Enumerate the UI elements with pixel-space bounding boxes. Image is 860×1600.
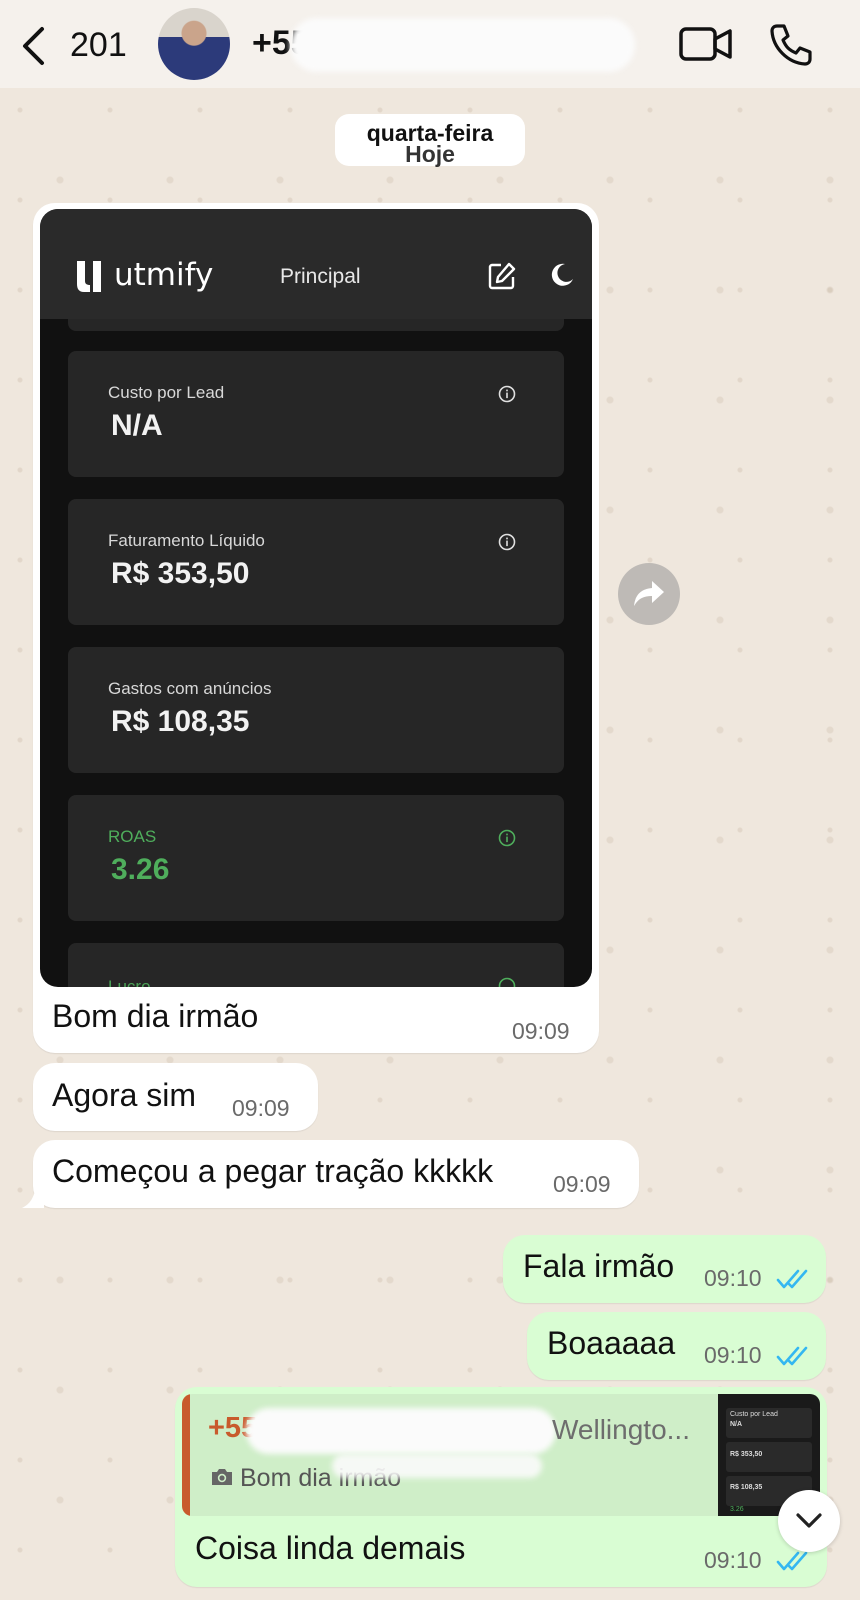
metric-value: 3.26 — [111, 853, 170, 886]
thumb-value: 3.26 — [730, 1506, 744, 1513]
thumb-value: R$ 108,35 — [730, 1484, 763, 1491]
metric-label: ROAS — [108, 827, 157, 846]
redaction-mark — [332, 1454, 542, 1478]
metric-card-roas: ROAS 3.26 — [68, 795, 564, 921]
message-text: Fala irmão — [523, 1248, 675, 1284]
tab-principal: Principal — [280, 265, 361, 288]
screenshot-app-bar: utmify Principal — [40, 209, 592, 319]
read-receipt-icon — [776, 1269, 808, 1289]
metric-value: R$ 353,50 — [111, 557, 250, 590]
metric-card-faturamento-liquido: Faturamento Líquido R$ 353,50 — [68, 499, 564, 625]
camera-icon — [212, 1469, 232, 1485]
redaction-mark — [246, 1408, 556, 1454]
info-icon — [498, 533, 516, 551]
message-time: 09:10 — [704, 1547, 762, 1573]
metric-label: Custo por Lead — [108, 383, 225, 402]
metric-card-custo-por-lead: Custo por Lead N/A — [68, 351, 564, 477]
back-chevron-icon — [23, 27, 44, 65]
message-time: 09:09 — [232, 1095, 290, 1121]
info-icon — [498, 829, 516, 847]
metric-value: N/A — [111, 409, 163, 442]
message-text: Agora sim — [52, 1077, 197, 1113]
edit-icon — [488, 262, 516, 290]
chat-header: 201 +55 — [0, 0, 860, 88]
dark-mode-moon-icon — [551, 263, 573, 286]
thumb-value: R$ 353,50 — [730, 1451, 763, 1458]
thumb-value: N/A — [730, 1421, 743, 1428]
metric-label: Faturamento Líquido — [108, 531, 265, 550]
message-text: Boaaaaa — [547, 1325, 676, 1361]
quote-accent-bar — [182, 1394, 190, 1516]
unread-count: 201 — [70, 26, 127, 64]
bubble-tail — [22, 1186, 44, 1208]
message-text: Começou a pegar tração kkkkk — [52, 1153, 494, 1189]
thumb-label: Custo por Lead — [730, 1411, 778, 1418]
forward-button[interactable] — [618, 563, 680, 625]
message-time: 09:09 — [553, 1171, 611, 1197]
info-icon — [498, 977, 516, 987]
read-receipt-icon — [776, 1551, 808, 1571]
utmify-logo-icon — [77, 261, 101, 292]
phone-call-icon[interactable] — [768, 22, 814, 68]
app-logo-text: utmify — [114, 257, 214, 293]
back-button[interactable]: 201 — [20, 22, 130, 68]
scroll-to-bottom-button[interactable] — [778, 1490, 840, 1552]
read-receipt-icon — [776, 1346, 808, 1366]
metric-card-lucro: Lucro — [68, 943, 564, 987]
previous-card-edge — [68, 319, 564, 331]
forward-arrow-icon — [634, 581, 664, 606]
info-icon — [498, 385, 516, 403]
date-today: Hoje — [405, 141, 455, 167]
message-time: 09:10 — [704, 1342, 762, 1368]
quoted-message[interactable]: +55 Wellingto... Bom dia irmão Custo por… — [182, 1394, 820, 1516]
redaction-mark — [290, 18, 635, 72]
quoted-sender-name: Wellingto... — [552, 1414, 690, 1445]
message-text: Bom dia irmão — [52, 998, 259, 1034]
message-time: 09:10 — [704, 1265, 762, 1291]
metric-card-gastos-anuncios: Gastos com anúncios R$ 108,35 — [68, 647, 564, 773]
metric-value: R$ 108,35 — [111, 705, 250, 738]
metric-label: Lucro — [108, 977, 151, 987]
video-call-icon[interactable] — [678, 22, 734, 66]
message-time: 09:09 — [512, 1018, 570, 1044]
avatar[interactable] — [158, 8, 230, 80]
message-text: Coisa linda demais — [195, 1530, 466, 1566]
attached-screenshot[interactable]: utmify Principal Custo por Lead N/A Fatu… — [40, 209, 592, 987]
chevron-down-icon — [796, 1513, 822, 1528]
date-separator: quarta-feira Hoje — [335, 114, 525, 167]
metric-label: Gastos com anúncios — [108, 679, 272, 698]
